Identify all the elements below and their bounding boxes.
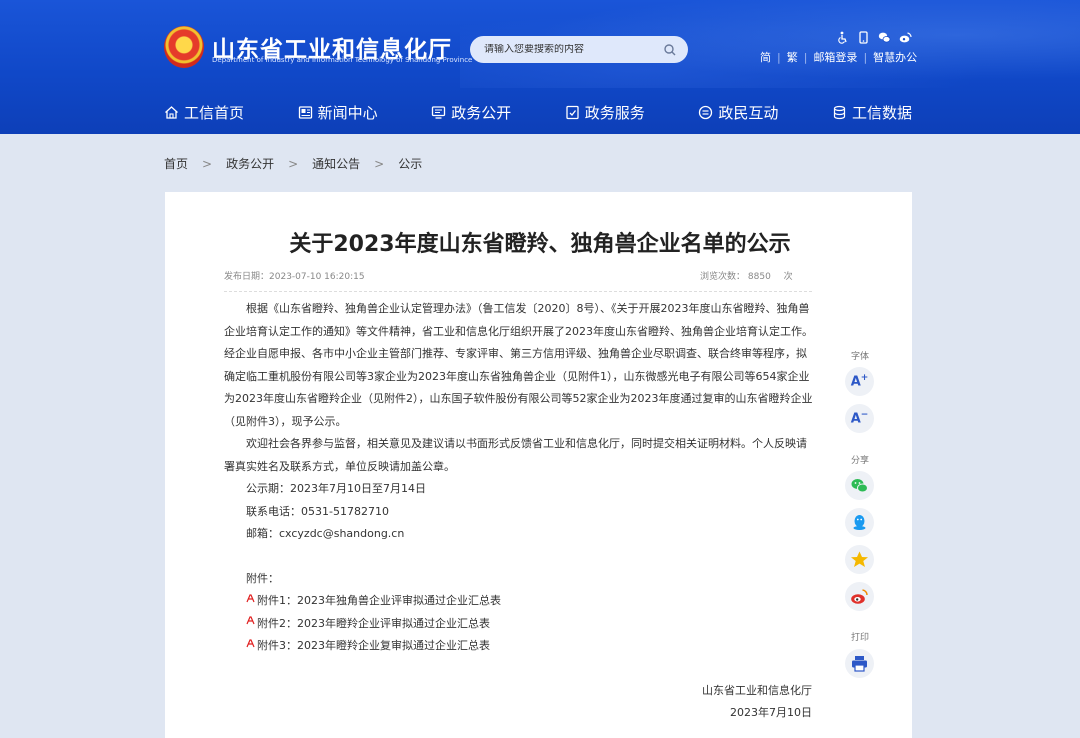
qzone-star-icon [851, 551, 868, 567]
attachment-link-1[interactable]: 附件1：2023年独角兽企业评审拟通过企业汇总表 [224, 590, 814, 613]
search-box [470, 36, 688, 63]
article-paragraph: 根据《山东省瞪羚、独角兽企业认定管理办法》（鲁工信发〔2020〕8号）、《关于开… [224, 302, 813, 428]
nav-item-gov-services[interactable]: 政务服务 [565, 102, 645, 123]
share-qzone-button[interactable] [845, 545, 874, 574]
nav-item-industry-data[interactable]: 工信数据 [832, 102, 912, 123]
email-login-link[interactable]: 邮箱登录 [813, 49, 857, 65]
signature-org: 山东省工业和信息化厅 [702, 684, 812, 697]
pdf-icon [246, 594, 255, 602]
view-count-value: 8850 [747, 272, 771, 282]
nav-item-home[interactable]: 工信首页 [164, 102, 244, 123]
nav-label: 政民互动 [718, 103, 779, 122]
publish-date-label: 发布日期： [224, 272, 270, 282]
search-input[interactable] [484, 44, 664, 55]
publish-date-value: 2023-07-10 16:20:15 [269, 272, 365, 282]
breadcrumb-separator: > [202, 156, 213, 171]
attachment-label: 附件1：2023年独角兽企业评审拟通过企业汇总表 [257, 594, 501, 607]
attachments-label: 附件： [246, 571, 279, 585]
pdf-icon [246, 639, 255, 647]
view-count-label: 浏览次数： [700, 272, 746, 282]
attachment-link-3[interactable]: 附件3：2023年瞪羚企业复审拟通过企业汇总表 [224, 635, 814, 658]
nav-label: 新闻中心 [317, 103, 378, 122]
national-emblem-logo[interactable] [164, 26, 204, 68]
font-decrease-button[interactable]: A− [845, 404, 874, 433]
qq-icon [853, 515, 866, 530]
nav-label: 政务服务 [584, 103, 645, 122]
simplified-chinese-link[interactable]: 简 [760, 49, 771, 65]
article-body: 根据《山东省瞪羚、独角兽企业认定管理办法》（鲁工信发〔2020〕8号）、《关于开… [224, 298, 814, 658]
attachment-label: 附件2：2023年瞪羚企业评审拟通过企业汇总表 [257, 616, 490, 630]
nav-label: 工信数据 [851, 103, 912, 122]
printer-icon [852, 656, 867, 672]
print-label: 打印 [850, 633, 869, 643]
share-wechat-button[interactable] [845, 471, 874, 500]
view-count-unit: 次 [783, 272, 793, 282]
wechat-icon [851, 479, 868, 493]
publicity-period: 公示期：2023年7月10日至7月14日 [246, 482, 426, 495]
smart-office-link[interactable]: 智慧办公 [873, 49, 917, 65]
separator: | [777, 50, 781, 64]
chat-icon [699, 105, 713, 119]
nav-item-news[interactable]: 新闻中心 [298, 102, 378, 123]
contact-phone: 联系电话：0531-51782710 [246, 504, 389, 518]
share-weibo-button[interactable] [845, 582, 874, 611]
font-size-label: 字体 [850, 352, 869, 362]
view-count: 浏览次数： 8850 次 [700, 269, 793, 282]
signature-date: 2023年7月10日 [730, 706, 812, 719]
weibo-icon [851, 589, 868, 604]
weibo-icon[interactable] [899, 29, 912, 43]
nav-item-gov-affairs-open[interactable]: 政务公开 [431, 102, 511, 123]
article-title: 关于2023年度山东省瞪羚、独角兽企业名单的公示 [289, 232, 791, 257]
service-icon [566, 105, 579, 119]
share-qq-button[interactable] [845, 508, 874, 537]
nav-item-public-interaction[interactable]: 政民互动 [698, 102, 778, 123]
publish-date: 发布日期：2023-07-10 16:20:15 [224, 269, 365, 282]
attachment-link-2[interactable]: 附件2：2023年瞪羚企业评审拟通过企业汇总表 [224, 613, 814, 636]
breadcrumb-home[interactable]: 首页 [164, 155, 188, 172]
nav-label: 政务公开 [451, 103, 512, 122]
breadcrumb-notices[interactable]: 通知公告 [312, 155, 360, 172]
mobile-icon[interactable] [857, 29, 870, 44]
font-increase-button[interactable]: A+ [845, 367, 874, 396]
pdf-icon [246, 616, 255, 625]
separator: | [803, 50, 808, 64]
breadcrumb-gov-affairs-open[interactable]: 政务公开 [226, 155, 274, 172]
accessibility-icon[interactable] [836, 29, 849, 44]
article-paragraph: 欢迎社会各界参与监督，相关意见及建议请以书面形式反馈省工业和信息化厅，同时提交相… [224, 437, 807, 473]
breadcrumb-separator: > [288, 156, 299, 171]
meta-divider [224, 291, 812, 292]
font-increase-icon: A+ [850, 373, 869, 390]
utility-links: 简 | 繁 | 邮箱登录 | 智慧办公 [760, 49, 917, 65]
nav-label: 工信首页 [184, 103, 245, 122]
breadcrumb-publicity[interactable]: 公示 [398, 155, 422, 172]
print-button[interactable] [845, 649, 874, 678]
main-nav: 工信首页 新闻中心 政务公开 政务服务 政民互动 工信数据 [164, 98, 912, 126]
home-icon [165, 105, 178, 119]
database-icon [833, 105, 846, 119]
site-subtitle: Department of Industry and Information T… [212, 56, 473, 64]
search-icon[interactable] [664, 43, 676, 56]
attachment-label: 附件3：2023年瞪羚企业复审拟通过企业汇总表 [257, 639, 490, 652]
news-icon [298, 105, 312, 119]
breadcrumb-separator: > [374, 156, 385, 171]
share-label: 分享 [850, 456, 869, 466]
monitor-icon [432, 105, 446, 119]
utility-icons [836, 29, 912, 44]
contact-email: 邮箱：cxcyzdc@shandong.cn [246, 527, 405, 540]
font-decrease-icon: A− [850, 410, 869, 427]
separator: | [863, 50, 868, 64]
traditional-chinese-link[interactable]: 繁 [787, 49, 798, 65]
wechat-icon[interactable] [878, 29, 891, 43]
breadcrumb: 首页 > 政务公开 > 通知公告 > 公示 [164, 155, 422, 172]
